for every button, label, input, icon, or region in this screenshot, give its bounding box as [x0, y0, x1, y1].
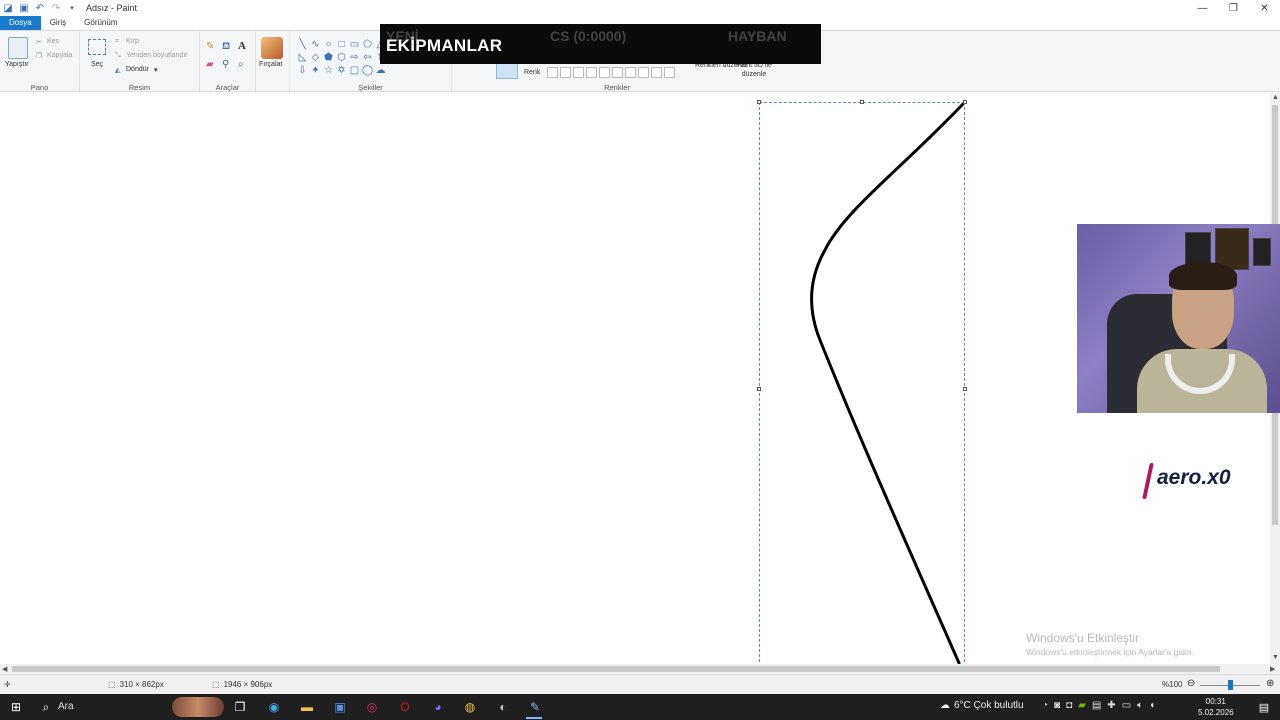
webcam-overlay [1077, 224, 1280, 413]
resize-handle[interactable] [963, 387, 967, 391]
activation-watermark: Windows'u Etkinleştir Windows'u etkinleş… [1026, 631, 1194, 657]
task-view-icon[interactable]: ❐ [230, 697, 250, 717]
weather-widget[interactable]: ☁ 6°C Çok bulutlu [940, 700, 1024, 711]
scroll-up-icon[interactable]: ▲ [1272, 94, 1279, 101]
network-icon[interactable]: ▭ [1122, 700, 1131, 711]
status-bar: ✛ ⬚ 310 × 862px ⬚ 1946 × 906px %100 ⊖ ⊕ [0, 674, 1280, 694]
clock-time: 00:31 [1205, 697, 1226, 706]
opera-icon[interactable]: O [395, 697, 415, 717]
person-hair [1169, 262, 1237, 290]
store-icon[interactable]: ▣ [330, 697, 350, 717]
brand-watermark: aero.x0 [1157, 466, 1231, 489]
zoom-slider-thumb[interactable] [1228, 680, 1233, 690]
taskbar: ⊞ ⌕ Ara ❐ ◉ ▬ ▣ ◎ O ◕ ◍ ◐ ✎ ☁ 6°C Çok bu… [0, 694, 1280, 720]
obs-icon[interactable]: ◐ [493, 697, 513, 717]
file-explorer-icon[interactable]: ▬ [297, 697, 317, 717]
tray-app-icon[interactable]: ◔ [1042, 700, 1048, 711]
scroll-right-icon[interactable]: ▶ [1270, 665, 1275, 673]
poster [1185, 232, 1211, 266]
system-tray: ◔ ◙ ◘ ▰ ▤ ✚ ▭ 🔈︎ ◖ [1042, 700, 1155, 711]
zoom-out-icon[interactable]: ⊖ [1187, 678, 1195, 689]
selection-size-value: 310 × 862px [119, 680, 164, 689]
resize-handle[interactable] [757, 100, 761, 104]
activation-subtitle: Windows'u etkinleştirmek için Ayarlar'a … [1026, 647, 1194, 657]
instagram-icon[interactable]: ◎ [362, 697, 382, 717]
image-size: ⬚ 1946 × 906px [212, 680, 272, 689]
image-size-value: 1946 × 906px [223, 680, 273, 689]
notification-icon[interactable]: ▤ [1254, 697, 1274, 717]
activation-title: Windows'u Etkinleştir [1026, 631, 1139, 645]
chrome-icon[interactable]: ◍ [460, 697, 480, 717]
microphone-icon[interactable]: ◖ [1149, 700, 1155, 711]
poster [1253, 238, 1271, 266]
windows-start-icon[interactable]: ⊞ [6, 697, 26, 717]
edge-icon[interactable]: ◉ [264, 697, 284, 717]
cloud-icon: ☁ [940, 700, 950, 711]
selection-size: ⬚ 310 × 862px [108, 680, 164, 689]
paint-taskbar-icon[interactable]: ✎ [525, 697, 545, 717]
cursor-position-icon: ✛ [4, 680, 11, 689]
search-highlight-image [172, 697, 224, 717]
image-size-icon: ⬚ [212, 680, 220, 689]
horizontal-scroll-thumb[interactable] [12, 666, 1220, 672]
taskbar-search[interactable]: Ara [58, 701, 74, 712]
horizontal-scrollbar[interactable]: ◀ ▶ [0, 664, 1280, 674]
resize-handle[interactable] [860, 100, 864, 104]
resize-handle[interactable] [963, 100, 967, 104]
active-app-indicator [526, 717, 542, 719]
taskbar-clock[interactable]: 00:31 5.02.2026 [1198, 696, 1234, 718]
zoom-level: %100 [1162, 680, 1183, 689]
weather-text: 6°C Çok bulutlu [954, 700, 1024, 711]
tray-app-icon[interactable]: ◙ [1054, 700, 1060, 711]
resize-handle[interactable] [757, 387, 761, 391]
scroll-down-icon[interactable]: ▼ [1272, 654, 1279, 661]
selection-rectangle[interactable] [759, 102, 965, 667]
discord-icon[interactable]: ◕ [428, 697, 448, 717]
scroll-left-icon[interactable]: ◀ [2, 665, 7, 673]
tray-app-icon[interactable]: ◘ [1066, 700, 1072, 711]
clock-date: 5.02.2026 [1198, 708, 1234, 717]
tray-app-icon[interactable]: ▤ [1092, 700, 1101, 711]
tray-app-icon[interactable]: ✚ [1107, 700, 1115, 711]
volume-icon[interactable]: 🔈︎ [1137, 700, 1143, 711]
selection-size-icon: ⬚ [108, 680, 116, 689]
zoom-in-icon[interactable]: ⊕ [1266, 678, 1274, 689]
tray-app-icon[interactable]: ▰ [1078, 700, 1086, 711]
search-icon[interactable]: ⌕ [36, 697, 56, 717]
